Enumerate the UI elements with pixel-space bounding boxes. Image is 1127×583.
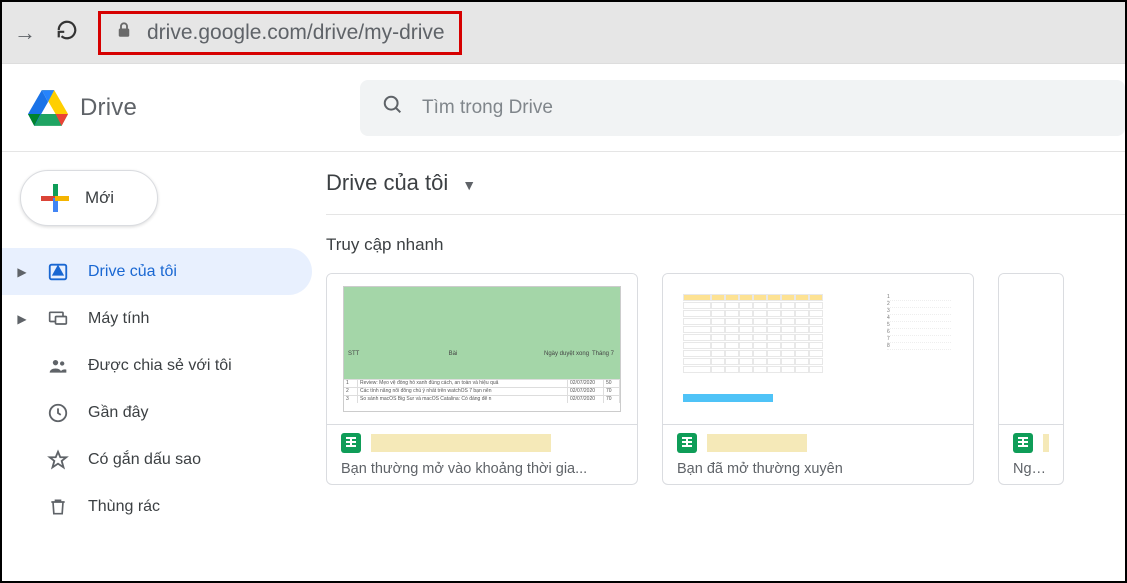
sidebar-item-trash[interactable]: ▶ Thùng rác (2, 483, 312, 530)
card-subtitle: Bạn thường mở vào khoảng thời gia... (341, 461, 623, 477)
sidebar-list: ▶ Drive của tôi ▶ Máy tính ▶ Được chia s… (2, 248, 312, 530)
clock-icon (46, 401, 70, 425)
shared-icon (46, 354, 70, 378)
sidebar-item-label: Được chia sẻ với tôi (88, 357, 232, 375)
logo-area[interactable]: Drive (28, 90, 360, 126)
sidebar-item-shared[interactable]: ▶ Được chia sẻ với tôi (2, 342, 312, 389)
quick-access-cards: STTBàiNgày duyệt xongTháng 7 1Review: Mẹ… (326, 273, 1125, 485)
card-subtitle: Người chỉnh (1013, 461, 1049, 477)
sidebar-item-label: Có gắn dấu sao (88, 451, 201, 469)
card-title-redacted (707, 434, 807, 452)
sidebar-item-label: Gần đây (88, 404, 148, 422)
breadcrumb[interactable]: Drive của tôi ▼ (326, 166, 1125, 215)
quick-card[interactable]: STTBàiNgày duyệt xongTháng 7 1Review: Mẹ… (326, 273, 638, 485)
card-title-redacted (1043, 434, 1049, 452)
card-footer: Người chỉnh (999, 424, 1063, 484)
sidebar-item-label: Thùng rác (88, 498, 160, 516)
sidebar-item-my-drive[interactable]: ▶ Drive của tôi (2, 248, 312, 295)
sidebar-item-starred[interactable]: ▶ Có gắn dấu sao (2, 436, 312, 483)
card-thumbnail: 12345678 (663, 274, 973, 424)
card-thumbnail: STTBàiNgày duyệt xongTháng 7 1Review: Mẹ… (327, 274, 637, 424)
lock-icon (115, 20, 133, 45)
sidebar-item-recent[interactable]: ▶ Gần đây (2, 389, 312, 436)
search-icon (382, 94, 404, 122)
plus-icon (41, 184, 69, 212)
chevron-right-icon[interactable]: ▶ (16, 312, 28, 326)
card-subtitle: Bạn đã mở thường xuyên (677, 461, 959, 477)
app-name: Drive (80, 94, 137, 122)
url-highlight-box: drive.google.com/drive/my-drive (98, 11, 462, 55)
chevron-right-icon[interactable]: ▶ (16, 265, 28, 279)
sidebar-item-label: Drive của tôi (88, 263, 177, 281)
sidebar-item-label: Máy tính (88, 310, 149, 328)
drive-icon (46, 260, 70, 284)
sidebar: Mới ▶ Drive của tôi ▶ Máy tính ▶ (2, 152, 312, 581)
quick-access-title: Truy cập nhanh (326, 235, 1125, 255)
content-area: Drive của tôi ▼ Truy cập nhanh STTBàiNgà… (312, 152, 1125, 581)
drive-logo-icon (28, 90, 68, 126)
breadcrumb-label: Drive của tôi (326, 170, 448, 196)
main-area: Mới ▶ Drive của tôi ▶ Máy tính ▶ (2, 152, 1125, 581)
new-button[interactable]: Mới (20, 170, 158, 226)
star-icon (46, 448, 70, 472)
quick-card[interactable]: 12345678 Bạn đã mở thường xuyên (662, 273, 974, 485)
reload-icon[interactable] (56, 19, 78, 46)
chevron-down-icon: ▼ (462, 177, 476, 193)
sheets-icon (1013, 433, 1033, 453)
search-bar[interactable]: Tìm trong Drive (360, 80, 1125, 136)
app-header: Drive Tìm trong Drive (2, 64, 1125, 152)
sheets-icon (341, 433, 361, 453)
browser-toolbar: → drive.google.com/drive/my-drive (2, 2, 1125, 64)
quick-card[interactable]: Người chỉnh (998, 273, 1064, 485)
sheets-icon (677, 433, 697, 453)
card-thumbnail (999, 274, 1063, 424)
sidebar-item-computers[interactable]: ▶ Máy tính (2, 295, 312, 342)
search-placeholder: Tìm trong Drive (422, 97, 553, 119)
url-text[interactable]: drive.google.com/drive/my-drive (147, 21, 445, 45)
trash-icon (46, 495, 70, 519)
card-title-redacted (371, 434, 551, 452)
new-button-label: Mới (85, 188, 114, 208)
forward-arrow-icon[interactable]: → (14, 20, 36, 46)
card-footer: Bạn đã mở thường xuyên (663, 424, 973, 484)
computers-icon (46, 307, 70, 331)
card-footer: Bạn thường mở vào khoảng thời gia... (327, 424, 637, 484)
